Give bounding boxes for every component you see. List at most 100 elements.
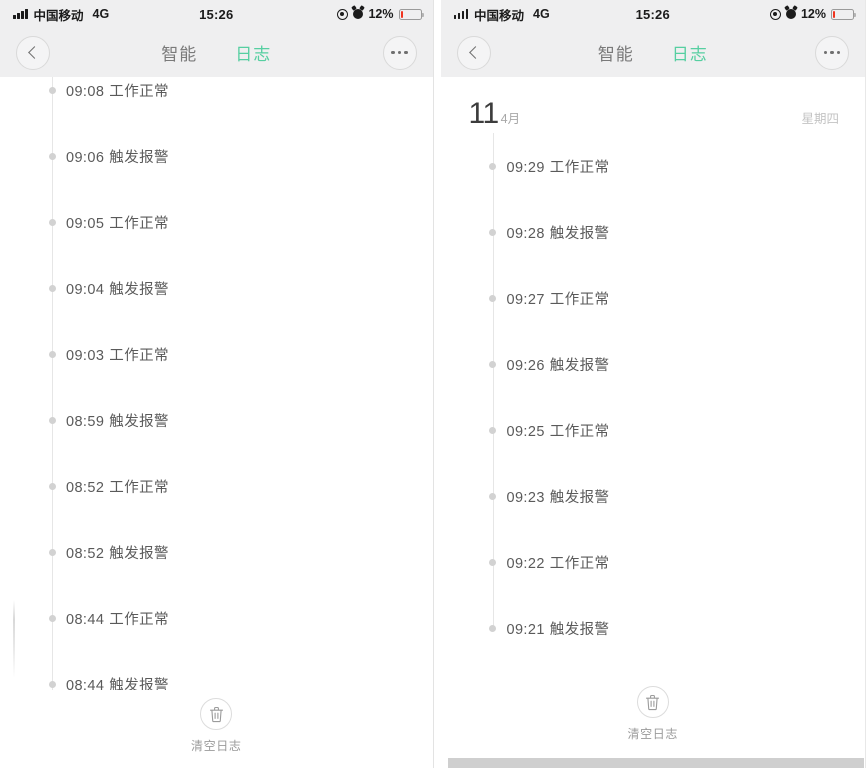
network-type-label: 4G <box>92 7 110 21</box>
date-month: 4月 <box>500 112 521 126</box>
log-entry[interactable]: 09:27 工作正常 <box>489 265 866 331</box>
tab-log[interactable]: 日志 <box>235 40 271 65</box>
log-entry-time: 09:03 <box>66 347 105 364</box>
log-entry-time: 09:29 <box>506 159 545 176</box>
log-entry-time: 09:04 <box>66 281 105 298</box>
log-entry-event: 触发报警 <box>109 281 169 298</box>
right-screenshot-panel: 中国移动 4G 15:26 12% 智能 日志 11 4月 星期四 09:29 … <box>432 0 866 768</box>
tab-log[interactable]: 日志 <box>672 40 708 65</box>
log-entry[interactable]: 08:59 触发报警 <box>48 387 433 453</box>
left-screenshot-panel: 中国移动 4G 15:26 12% 智能 日志 09:08 工作正常 09:06… <box>0 0 433 768</box>
log-entry-text: 09:08 工作正常 <box>66 80 169 101</box>
log-entry-text: 08:52 工作正常 <box>66 476 169 497</box>
log-entry-text: 09:22 工作正常 <box>507 552 610 573</box>
battery-icon <box>831 8 857 20</box>
log-entry-time: 09:08 <box>66 83 105 100</box>
log-entry[interactable]: 09:23 触发报警 <box>489 463 866 529</box>
log-entry[interactable]: 09:22 工作正常 <box>489 529 866 595</box>
right-panel-frame: 中国移动 4G 15:26 12% 智能 日志 11 4月 星期四 09:29 … <box>440 0 866 768</box>
log-entry-time: 09:27 <box>506 291 545 308</box>
log-entry[interactable]: 08:52 触发报警 <box>48 519 433 585</box>
log-entry-text: 09:23 触发报警 <box>507 486 610 507</box>
status-bar-left-group: 中国移动 4G <box>453 5 550 24</box>
log-entry-event: 触发报警 <box>549 489 610 506</box>
clear-log-label: 清空日志 <box>627 727 678 741</box>
date-day: 11 <box>468 97 500 130</box>
more-options-button[interactable] <box>815 35 849 70</box>
log-entry-event: 工作正常 <box>549 291 610 308</box>
timeline-right: 09:29 工作正常 09:28 触发报警 09:27 工作正常 09:26 触发报警 09:2… <box>441 133 866 661</box>
log-entry-text: 08:44 工作正常 <box>66 608 169 629</box>
log-list-right[interactable]: 11 4月 星期四 09:29 工作正常 09:28 触发报警 09:27 工作正常 09:… <box>440 77 866 768</box>
log-entry-text: 08:52 触发报警 <box>66 542 169 563</box>
nav-tabs: 智能 日志 <box>0 40 433 65</box>
timeline-dot-icon <box>48 86 56 94</box>
battery-percent-label: 12% <box>800 7 826 21</box>
log-entry[interactable]: 09:28 触发报警 <box>489 199 866 265</box>
log-entry-event: 触发报警 <box>549 225 610 242</box>
log-entry-time: 09:26 <box>506 357 545 374</box>
timeline-dot-icon <box>489 426 496 434</box>
log-entry[interactable]: 09:06 触发报警 <box>48 123 433 189</box>
back-button[interactable] <box>456 35 491 70</box>
log-entry-event: 触发报警 <box>549 621 610 638</box>
date-weekday: 星期四 <box>801 112 839 126</box>
log-entry-time: 09:25 <box>506 423 545 440</box>
log-entry[interactable]: 09:26 触发报警 <box>489 331 866 397</box>
log-entry[interactable]: 09:21 触发报警 <box>489 595 866 661</box>
log-entry-time: 08:59 <box>66 413 105 430</box>
signal-bars-icon <box>13 9 28 19</box>
more-options-button[interactable] <box>382 35 417 70</box>
timeline-dot-icon <box>48 614 56 622</box>
log-entry-time: 09:06 <box>66 149 105 166</box>
log-entry-text: 09:25 工作正常 <box>507 420 610 441</box>
log-entry-event: 工作正常 <box>549 159 610 176</box>
log-entry[interactable]: 09:08 工作正常 <box>48 77 433 123</box>
log-list-left[interactable]: 09:08 工作正常 09:06 触发报警 09:05 工作正常 09:04 触发报警 09:0… <box>0 77 433 768</box>
clear-log-button[interactable] <box>636 686 669 718</box>
log-entry-time: 08:44 <box>66 611 105 628</box>
log-entry-time: 09:28 <box>506 225 545 242</box>
log-entry-event: 工作正常 <box>109 83 169 100</box>
timeline-dot-icon <box>48 218 56 226</box>
bottom-toolbar-right: 清空日志 <box>440 678 865 756</box>
log-entry-time: 08:52 <box>66 545 105 562</box>
tab-smart[interactable]: 智能 <box>598 40 634 65</box>
clear-log-label: 清空日志 <box>191 739 242 753</box>
back-button[interactable] <box>16 35 50 70</box>
battery-percent-label: 12% <box>368 7 394 21</box>
tab-smart[interactable]: 智能 <box>161 40 197 65</box>
log-entry-text: 09:06 触发报警 <box>66 146 169 167</box>
date-header: 11 4月 星期四 <box>441 77 866 133</box>
log-entry-event: 工作正常 <box>549 555 610 572</box>
log-entry[interactable]: 08:52 工作正常 <box>48 453 433 519</box>
log-entry[interactable]: 09:25 工作正常 <box>489 397 866 463</box>
log-entry[interactable]: 09:29 工作正常 <box>489 133 866 199</box>
bottom-edge-band <box>447 758 864 768</box>
alarm-icon <box>353 9 364 19</box>
log-entry-time: 09:22 <box>506 555 545 572</box>
log-entry-time: 08:52 <box>66 479 105 496</box>
nav-tabs: 智能 日志 <box>441 40 866 65</box>
clear-log-button[interactable] <box>200 698 233 730</box>
log-entry[interactable]: 09:03 工作正常 <box>48 321 433 387</box>
log-entry[interactable]: 09:04 触发报警 <box>48 255 433 321</box>
log-entry-text: 09:21 触发报警 <box>507 618 610 639</box>
timeline-dot-icon <box>48 680 56 688</box>
log-entry[interactable]: 09:05 工作正常 <box>48 189 433 255</box>
timeline-dot-icon <box>489 162 496 170</box>
timeline-dot-icon <box>489 228 496 236</box>
chevron-left-icon <box>28 46 41 59</box>
log-entry-text: 09:04 触发报警 <box>66 278 169 299</box>
location-icon <box>337 8 349 20</box>
log-entry-text: 09:03 工作正常 <box>66 344 169 365</box>
alarm-icon <box>785 9 796 19</box>
timeline-dot-icon <box>489 294 496 302</box>
log-entry-event: 工作正常 <box>109 347 169 364</box>
log-entry-text: 09:27 工作正常 <box>507 288 610 309</box>
log-entry-event: 触发报警 <box>109 545 169 562</box>
log-entry[interactable]: 08:44 工作正常 <box>48 585 433 651</box>
status-bar-right: 中国移动 4G 15:26 12% <box>440 0 865 28</box>
carrier-label: 中国移动 <box>33 8 84 23</box>
timeline-left: 09:08 工作正常 09:06 触发报警 09:05 工作正常 09:04 触发报警 09:0… <box>0 77 433 717</box>
